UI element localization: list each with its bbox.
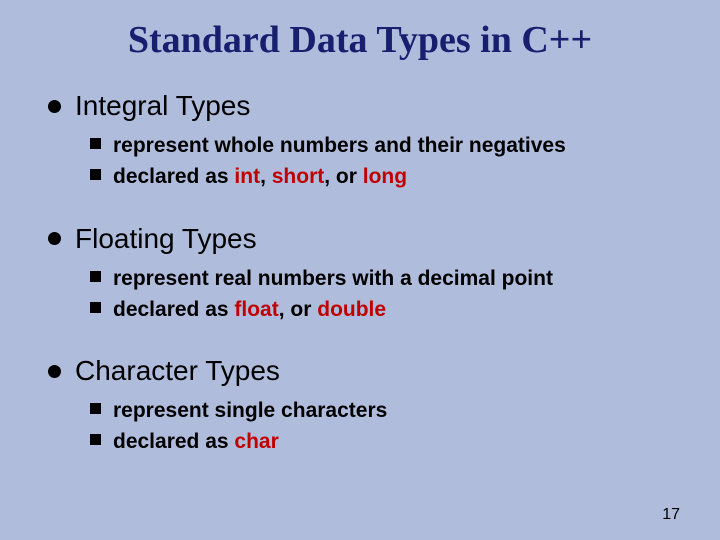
item-text: declared as int, short, or long xyxy=(113,163,407,190)
section-heading: Integral Types xyxy=(75,90,250,122)
item-text: represent whole numbers and their negati… xyxy=(113,132,566,159)
section-floating: Floating Types represent real numbers wi… xyxy=(48,223,690,324)
bullet-square-icon xyxy=(90,138,101,149)
subitems: represent whole numbers and their negati… xyxy=(48,132,690,191)
page-number: 17 xyxy=(662,506,680,524)
slide-title: Standard Data Types in C++ xyxy=(0,0,720,90)
subitems: represent single characters declared as … xyxy=(48,397,690,456)
bullet-square-icon xyxy=(90,302,101,313)
bullet-disc-icon xyxy=(48,100,61,113)
item-text: represent real numbers with a decimal po… xyxy=(113,265,553,292)
list-item: declared as int, short, or long xyxy=(90,163,690,190)
item-text: represent single characters xyxy=(113,397,387,424)
list-item: declared as char xyxy=(90,428,690,455)
bullet-disc-icon xyxy=(48,365,61,378)
subitems: represent real numbers with a decimal po… xyxy=(48,265,690,324)
section-heading: Character Types xyxy=(75,355,280,387)
list-item: represent whole numbers and their negati… xyxy=(90,132,690,159)
list-item: represent single characters xyxy=(90,397,690,424)
bullet-disc-icon xyxy=(48,232,61,245)
bullet-square-icon xyxy=(90,271,101,282)
list-item: declared as float, or double xyxy=(90,296,690,323)
section-header: Integral Types xyxy=(48,90,690,122)
list-item: represent real numbers with a decimal po… xyxy=(90,265,690,292)
item-text: declared as char xyxy=(113,428,279,455)
section-character: Character Types represent single charact… xyxy=(48,355,690,456)
section-heading: Floating Types xyxy=(75,223,257,255)
bullet-square-icon xyxy=(90,403,101,414)
section-header: Character Types xyxy=(48,355,690,387)
bullet-square-icon xyxy=(90,434,101,445)
bullet-square-icon xyxy=(90,169,101,180)
item-text: declared as float, or double xyxy=(113,296,386,323)
section-header: Floating Types xyxy=(48,223,690,255)
section-integral: Integral Types represent whole numbers a… xyxy=(48,90,690,191)
slide-content: Integral Types represent whole numbers a… xyxy=(0,90,720,456)
